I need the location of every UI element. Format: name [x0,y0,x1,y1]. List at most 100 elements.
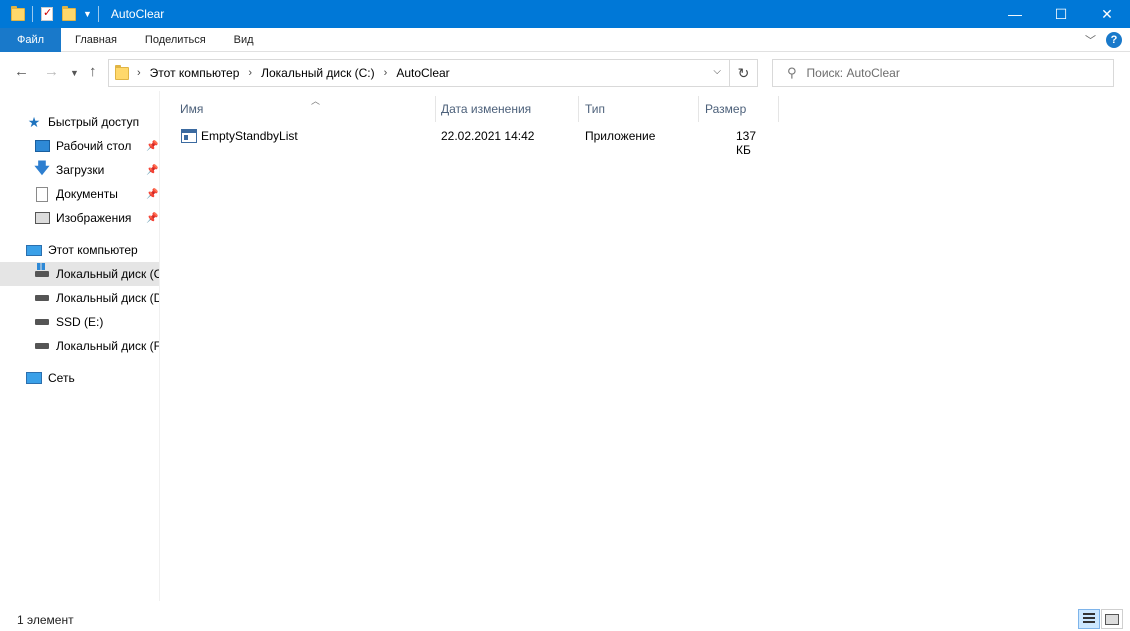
document-icon [34,186,50,202]
sidebar-item-label: Локальный диск (F:) [56,339,160,353]
sidebar-item-this-pc[interactable]: Этот компьютер [0,238,159,262]
sidebar-item-drive-d[interactable]: Локальный диск (D:) [0,286,160,310]
sidebar-item-network[interactable]: Сеть [0,366,159,390]
help-icon[interactable]: ? [1106,32,1122,48]
close-button[interactable]: ✕ [1084,0,1130,28]
folder-icon [10,6,26,22]
pin-icon: 📌 [146,188,159,200]
breadcrumb-this-pc[interactable]: Этот компьютер [150,66,240,80]
item-count: 1 элемент [17,613,74,627]
sidebar-item-drive-c[interactable]: Локальный диск (C:) [0,262,160,286]
search-icon: ⚲ [787,65,797,80]
sidebar-item-label: Загрузки [56,163,105,177]
sidebar-item-drive-e[interactable]: SSD (E:) [0,310,159,334]
new-folder-icon[interactable] [61,6,77,22]
sidebar-item-label: Этот компьютер [48,243,138,257]
drive-icon [34,338,50,354]
tab-home[interactable]: Главная [61,28,131,52]
expand-ribbon-chevron-icon[interactable]: ﹀ [1085,32,1096,48]
sidebar-item-label: SSD (E:) [56,315,104,329]
minimize-button[interactable]: — [992,0,1038,28]
search-box[interactable]: ⚲ [772,59,1114,87]
sort-ascending-icon: ︿ [311,96,321,106]
large-icons-view-button[interactable] [1101,609,1123,629]
sidebar-item-label: Рабочий стол [56,139,132,153]
column-header-label: Дата изменения [441,102,532,116]
breadcrumb-chevron-icon[interactable]: › [384,67,388,79]
download-icon: 🡇 [34,159,50,177]
details-view-icon [1083,613,1095,625]
sidebar-item-documents[interactable]: Документы 📌 [0,182,159,206]
properties-icon[interactable] [39,6,55,22]
sidebar-item-downloads[interactable]: 🡇 Загрузки 📌 [0,158,159,182]
drive-icon [34,314,50,330]
separator [32,6,33,22]
windows-drive-icon [34,263,50,282]
recent-locations-chevron-icon[interactable]: ▼ [70,68,79,78]
computer-icon [26,242,42,258]
file-size: 137 КБ [736,129,757,157]
breadcrumb: › Этот компьютер › Локальный диск (C:) ›… [137,66,450,80]
navigation-bar: ← → ▼ ↑ › Этот компьютер › Локальный дис… [0,53,1130,91]
file-list: ︿ Имя Дата изменения Тип Размер EmptySta… [161,91,1130,601]
picture-icon [34,210,50,226]
status-bar: 1 элемент [0,601,1130,631]
maximize-button[interactable]: ☐ [1038,0,1084,28]
column-header-date[interactable]: Дата изменения [434,96,579,122]
refresh-button[interactable]: ↻ [730,59,758,87]
column-header-size[interactable]: Размер [698,96,779,122]
ribbon-right-controls: ﹀ ? [1085,32,1122,48]
address-dropdown-icon[interactable]: ⌵ [713,66,721,77]
sidebar-item-quick-access[interactable]: ★ Быстрый доступ [0,110,159,134]
file-type: Приложение [585,129,656,143]
file-name: EmptyStandbyList [201,129,298,143]
ribbon-tabs: Файл Главная Поделиться Вид ﹀ ? [0,27,1130,52]
address-bar[interactable]: › Этот компьютер › Локальный диск (C:) ›… [108,59,730,87]
column-header-label: Тип [585,102,606,116]
column-header-label: Имя [180,102,204,116]
column-header-type[interactable]: Тип [578,96,699,122]
customize-toolbar-dropdown-icon[interactable]: ▼ [83,9,92,19]
search-input[interactable] [806,66,1097,80]
column-header-name[interactable]: ︿ Имя [173,96,436,122]
window-title: AutoClear [110,7,165,21]
star-icon: ★ [27,113,41,130]
folder-icon [115,64,129,80]
refresh-icon: ↻ [737,64,750,81]
sidebar-item-label: Быстрый доступ [48,115,140,129]
application-icon [181,129,197,143]
quick-access-toolbar: ▼ [0,0,105,28]
separator [97,6,99,22]
up-arrow-icon[interactable]: ↑ [89,63,97,80]
sidebar-item-label: Локальный диск (C:) [56,267,160,281]
breadcrumb-chevron-icon[interactable]: › [137,67,141,79]
breadcrumb-local-disk-c[interactable]: Локальный диск (C:) [261,66,375,80]
sidebar-item-label: Документы [56,187,118,201]
pin-icon: 📌 [146,140,159,152]
breadcrumb-chevron-icon[interactable]: › [248,67,252,79]
drive-icon [34,290,50,306]
table-row[interactable]: EmptyStandbyList 22.02.2021 14:42 Прилож… [174,125,774,157]
sidebar-item-desktop[interactable]: Рабочий стол 📌 [0,134,159,158]
window-controls: — ☐ ✕ [992,0,1130,28]
details-view-button[interactable] [1078,609,1100,629]
sidebar-item-label: Локальный диск (D:) [56,291,160,305]
forward-arrow-icon[interactable]: → [44,63,59,80]
desktop-icon [34,138,50,154]
sidebar-item-label: Сеть [48,371,75,385]
breadcrumb-autoclear[interactable]: AutoClear [396,66,449,80]
column-header-label: Размер [705,102,747,116]
large-icons-view-icon [1105,613,1119,625]
navigation-pane: ★ Быстрый доступ Рабочий стол 📌 🡇 Загруз… [0,91,160,601]
tab-view[interactable]: Вид [220,28,268,52]
tab-share[interactable]: Поделиться [131,28,220,52]
sidebar-item-label: Изображения [56,211,132,225]
tab-file[interactable]: Файл [0,27,62,52]
pin-icon: 📌 [146,212,159,224]
sidebar-item-drive-f[interactable]: Локальный диск (F:) [0,334,160,358]
title-bar: ▼ AutoClear — ☐ ✕ [0,0,1130,28]
file-modified: 22.02.2021 14:42 [441,129,535,143]
back-arrow-icon[interactable]: ← [14,63,29,80]
sidebar-item-pictures[interactable]: Изображения 📌 [0,206,159,230]
pin-icon: 📌 [146,164,159,176]
